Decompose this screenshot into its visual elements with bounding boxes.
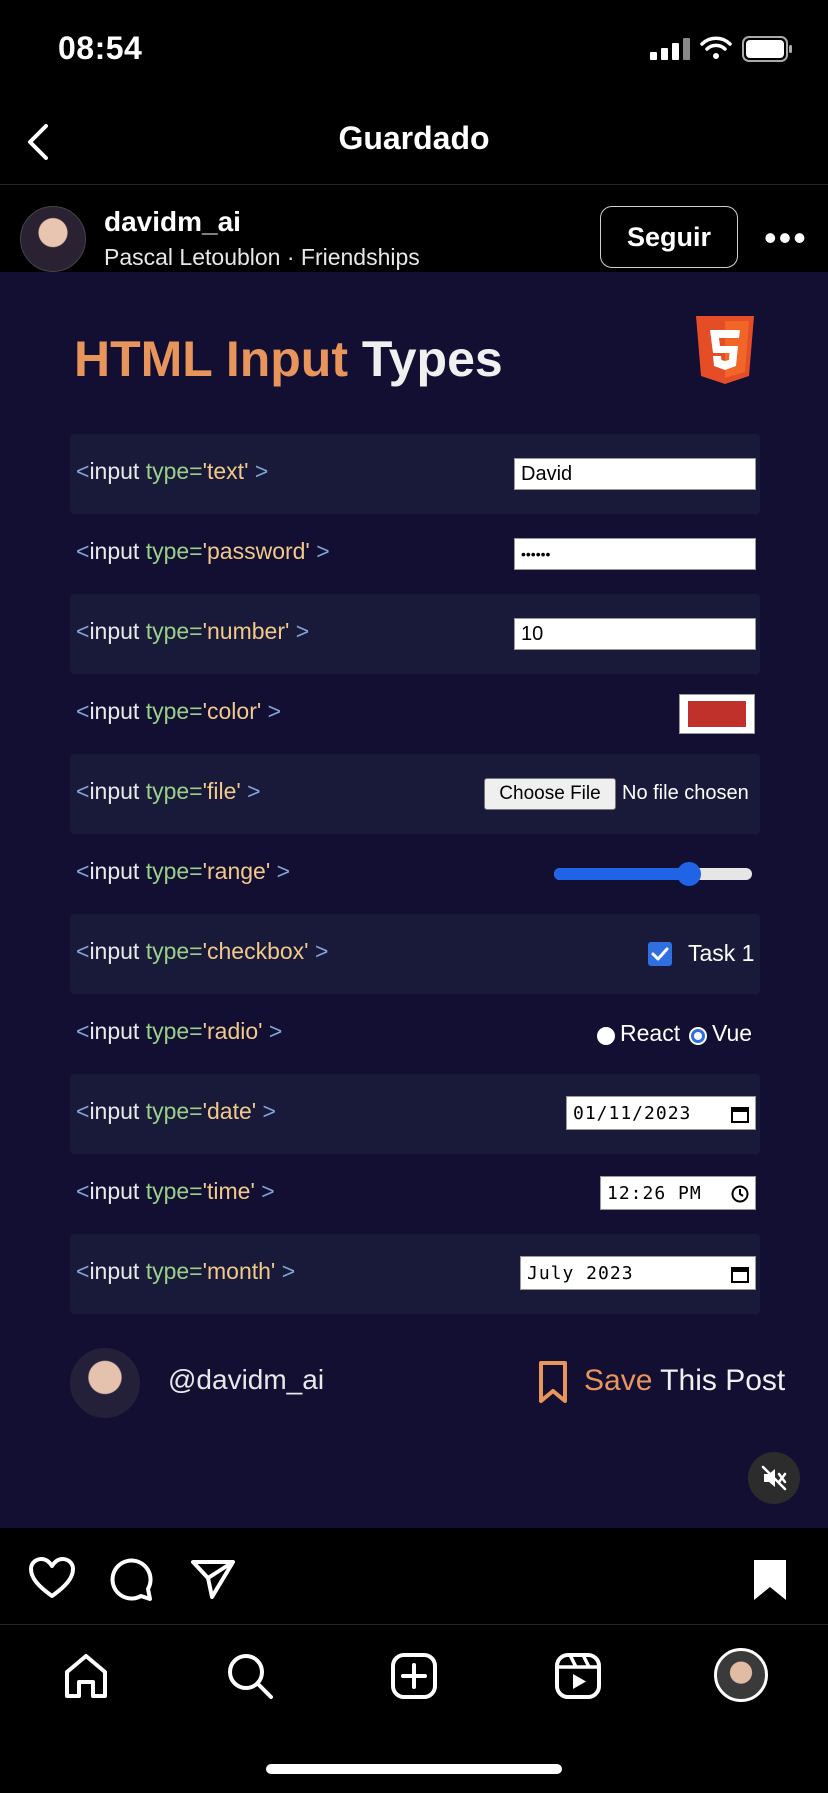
post-heading: HTML Input Types	[74, 330, 503, 388]
share-icon[interactable]	[190, 1558, 236, 1600]
input-row-number: <input type='number' > 10	[70, 594, 760, 674]
input-row-checkbox: <input type='checkbox' > Task 1	[70, 914, 760, 994]
code-label: <input type='checkbox' >	[76, 938, 329, 964]
nav-divider	[0, 184, 828, 185]
home-indicator	[266, 1764, 562, 1774]
profile-avatar[interactable]	[714, 1648, 768, 1702]
input-row-time: <input type='time' > 12:26 PM	[70, 1154, 760, 1234]
bookmark-outline-icon	[539, 1361, 567, 1403]
calendar-icon	[731, 1267, 749, 1283]
comment-icon[interactable]	[108, 1556, 154, 1602]
follow-button[interactable]: Seguir	[600, 206, 738, 268]
code-label: <input type='time' >	[76, 1178, 275, 1204]
save-this-post-text: Save This Post	[584, 1364, 786, 1397]
code-label: <input type='text' >	[76, 458, 269, 484]
radio-unselected-icon	[597, 1027, 615, 1045]
code-label: <input type='number' >	[76, 618, 310, 644]
radio-label-vue: Vue	[712, 1020, 753, 1046]
calendar-icon	[731, 1107, 749, 1123]
signal-icon	[650, 38, 690, 60]
battery-icon	[742, 36, 792, 62]
status-time: 08:54	[58, 30, 143, 66]
footer-handle: @davidm_ai	[168, 1364, 325, 1395]
audio-subtitle[interactable]: Pascal Letoublon · Friendships	[104, 244, 420, 271]
wifi-icon	[700, 36, 732, 59]
reels-icon[interactable]	[554, 1652, 602, 1700]
author-avatar[interactable]	[20, 206, 86, 272]
input-row-color: <input type='color' >	[70, 674, 760, 754]
code-label: <input type='range' >	[76, 858, 291, 884]
time-input: 12:26 PM	[600, 1176, 756, 1210]
checkbox-label: Task 1	[688, 940, 755, 966]
footer-avatar	[70, 1348, 140, 1418]
input-row-range: <input type='range' >	[70, 834, 760, 914]
heading-white: Types	[361, 331, 503, 387]
input-row-month: <input type='month' > July 2023	[70, 1234, 760, 1314]
code-label: <input type='date' >	[76, 1098, 276, 1124]
month-value: July 2023	[527, 1262, 634, 1284]
code-label: <input type='password' >	[76, 538, 330, 564]
mute-icon	[761, 1465, 787, 1491]
more-icon[interactable]: •••	[764, 220, 808, 256]
code-label: <input type='month' >	[76, 1258, 296, 1284]
clock-icon	[731, 1185, 749, 1203]
text-input: David	[514, 458, 756, 490]
color-swatch	[688, 701, 746, 727]
checkbox-checked-icon	[648, 942, 672, 966]
page-title: Guardado	[338, 120, 490, 156]
number-input: 10	[514, 618, 756, 650]
password-input: ••••••	[514, 538, 756, 570]
range-thumb	[676, 862, 701, 886]
color-input	[679, 694, 755, 734]
radio-selected-icon	[689, 1027, 707, 1045]
file-status: No file chosen	[622, 782, 749, 804]
input-row-password: <input type='password' > ••••••	[70, 514, 760, 594]
month-input: July 2023	[520, 1256, 756, 1290]
code-label: <input type='file' >	[76, 778, 261, 804]
range-fill	[554, 868, 689, 880]
radio-label-react: React	[620, 1020, 681, 1046]
heart-icon[interactable]	[28, 1556, 76, 1600]
bookmark-filled-icon[interactable]	[752, 1558, 788, 1602]
heading-orange: HTML Input	[74, 331, 362, 387]
choose-file-button: Choose File	[484, 778, 616, 810]
code-label: <input type='color' >	[76, 698, 282, 724]
date-value: 01/11/2023	[573, 1102, 692, 1124]
author-username[interactable]: davidm_ai	[104, 206, 241, 238]
date-input: 01/11/2023	[566, 1096, 756, 1130]
input-row-radio: <input type='radio' > React Vue	[70, 994, 760, 1074]
time-value: 12:26 PM	[607, 1182, 702, 1204]
html5-logo-icon	[696, 316, 754, 384]
input-row-text: <input type='text' > David	[70, 434, 760, 514]
input-row-date: <input type='date' > 01/11/2023	[70, 1074, 760, 1154]
code-label: <input type='radio' >	[76, 1018, 283, 1044]
create-icon[interactable]	[390, 1652, 438, 1700]
mute-button[interactable]	[748, 1452, 800, 1504]
range-slider	[554, 862, 752, 886]
home-icon[interactable]	[62, 1652, 110, 1700]
input-row-file: <input type='file' > Choose File No file…	[70, 754, 760, 834]
search-icon[interactable]	[226, 1652, 274, 1700]
